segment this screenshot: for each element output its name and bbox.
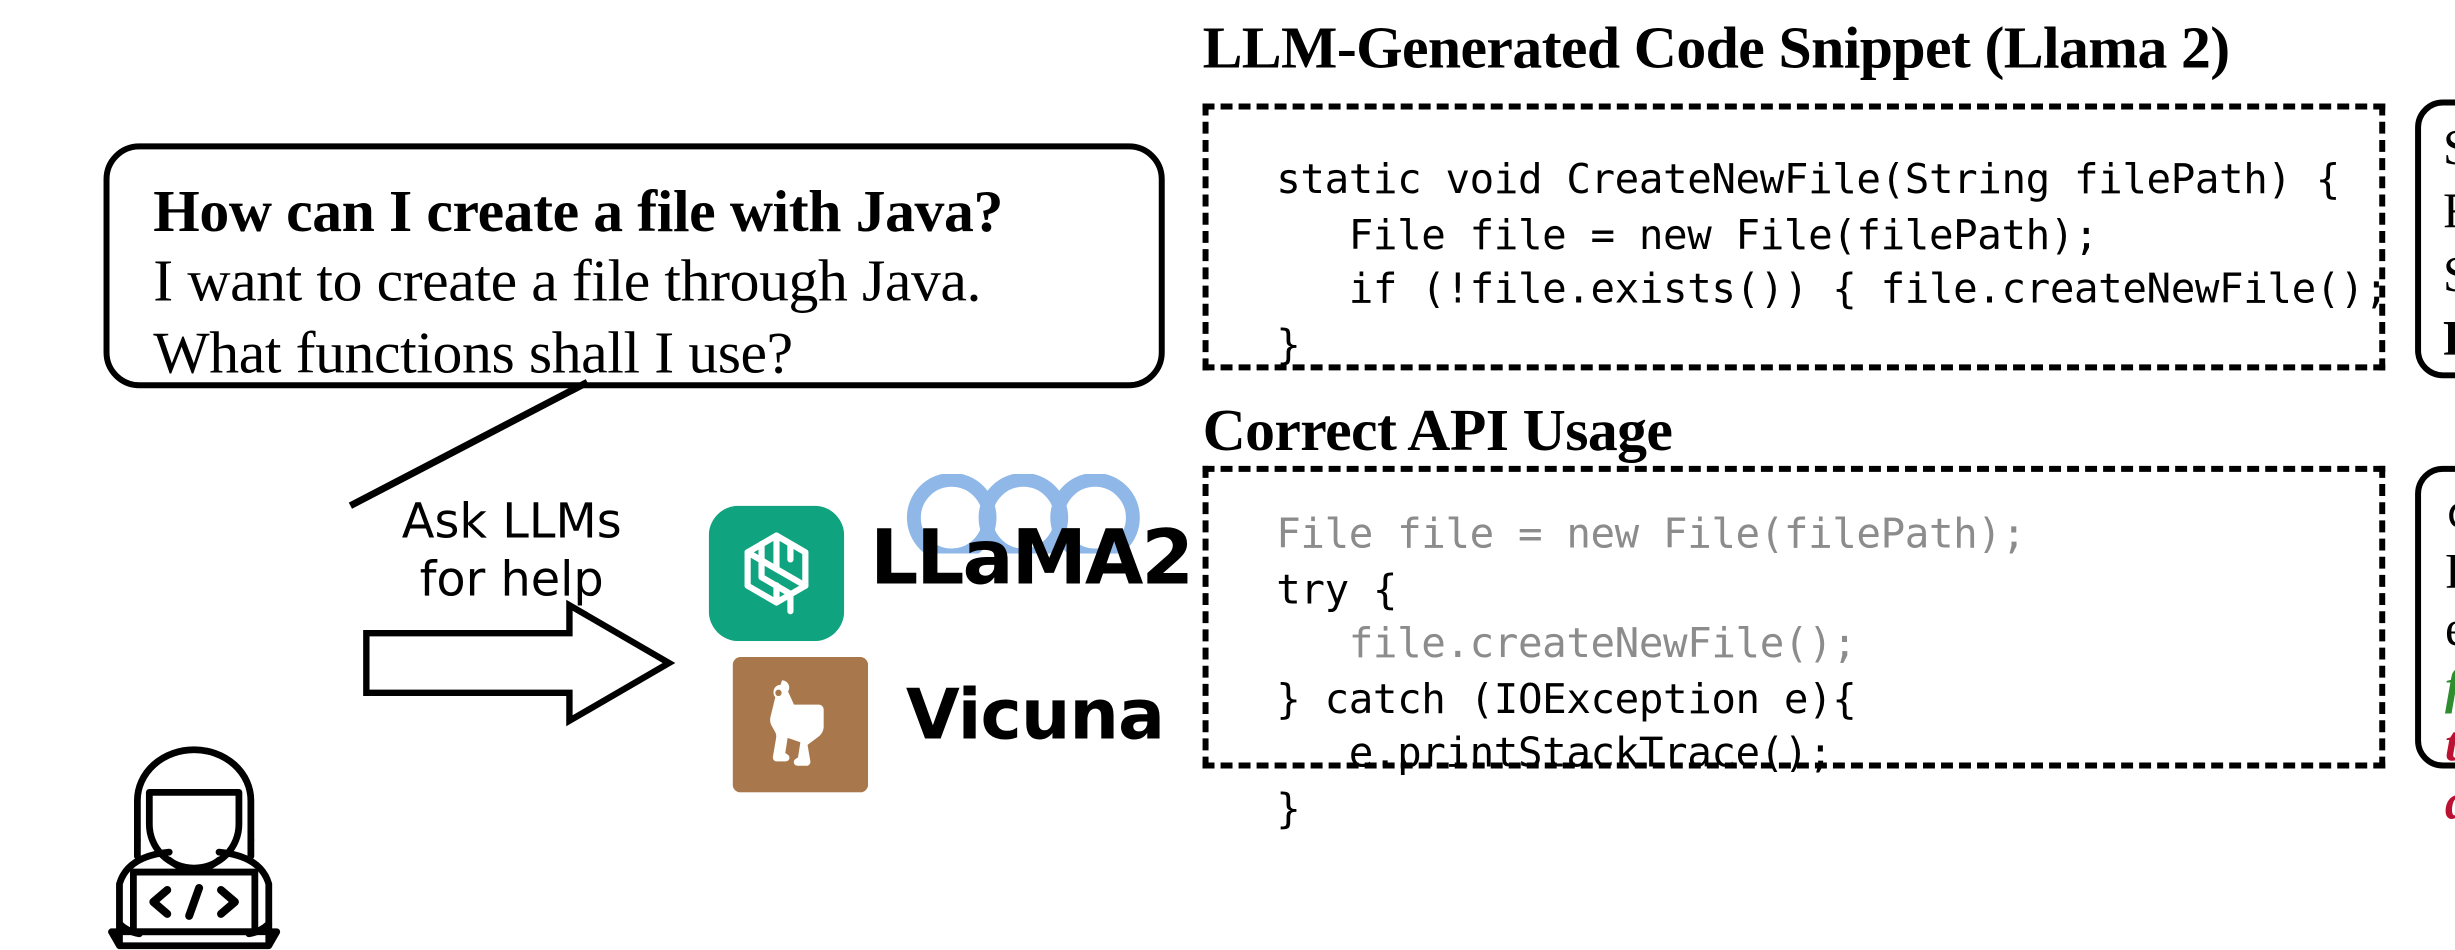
ask-llms-label: Ask LLMs for help [372,494,651,611]
llama2-label: LLaMA2 [870,513,1194,602]
question-body: I want to create a file through Java. Wh… [153,249,982,386]
check-row-reliable: Reliable & Robust ✗ [2443,309,2455,373]
code-line: File file = new File(filePath); [1276,509,2026,558]
right-arrow-icon [363,599,676,727]
check-row-semantic: Semantic Aligned ✓ [2443,245,2455,309]
correct-api-code-block: File file = new File(filePath); try { fi… [1202,465,2386,831]
code-line: try { [1276,564,1398,613]
note-api-name: createNewFile [2445,488,2455,544]
figure-canvas: How can I create a file with Java? I wan… [0,0,2455,950]
note-text-1: Requires catching IO exceptions when [2445,546,2455,657]
llm-snippet-heading: LLM-Generated Code Snippet (Llama 2) [1202,15,2231,82]
code-line: static void CreateNewFile(String filePat… [1276,155,2340,204]
check-label: Reliable & Robust [2443,313,2455,367]
code-line: if (!file.exists()) { file.createNewFile… [1276,264,2437,313]
question-bubble: How can I create a file with Java? I wan… [103,143,1165,389]
openai-logo [708,505,845,642]
code-line: } catch (IOException e){ [1276,673,1857,722]
code-line: File file = new File(filePath); [1276,210,2099,258]
llm-code-block: static void CreateNewFile(String filePat… [1202,103,2437,371]
api-note-panel: createNewFile Requires catching IO excep… [2415,465,2455,830]
vicuna-label: Vicuna [905,676,1165,757]
code-line: e.printStackTrace(); [1276,728,1833,777]
code-line: } [1276,319,1301,368]
correct-api-heading: Correct API Usage [1202,398,1673,464]
check-label: Syntax Correct [2443,121,2455,175]
check-label: Function Correct [2443,185,2455,239]
check-row-function: Function Correct ✓ [2443,181,2455,245]
evaluation-checklist-panel: Syntax Correct ✓ Function Correct ✓ Sema… [2415,99,2455,379]
developer-avatar-icon [108,746,281,950]
vicuna-logo [732,657,869,793]
check-label: Semantic Aligned [2443,249,2455,303]
code-line: } [1276,783,1301,832]
note-body: Requires catching IO exceptions when the… [2445,544,2455,833]
check-row-syntax: Syntax Correct ✓ [2443,117,2455,181]
ask-llms-line1: Ask LLMs [401,493,622,550]
question-title: How can I create a file with Java? [153,179,1003,245]
note-emphasis-red: the parent folder doesn’t exist [2445,719,2455,830]
code-line: file.createNewFile(); [1276,619,1857,667]
